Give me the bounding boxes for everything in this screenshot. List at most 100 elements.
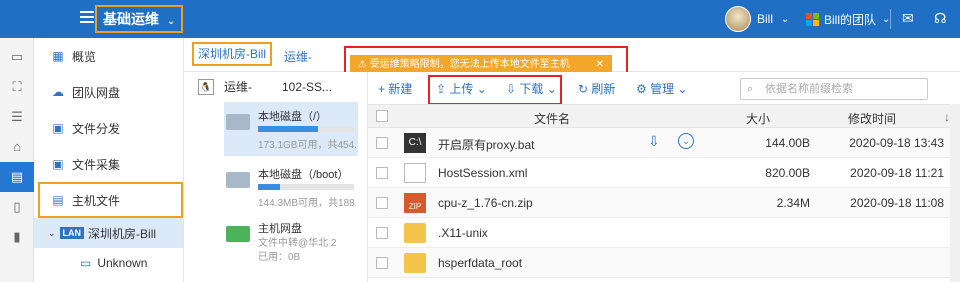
chevron-down-icon: ⌄ <box>167 16 176 27</box>
file-name: .X11-unix <box>438 226 488 240</box>
team-menu[interactable]: Bill的团队 ⌄ <box>806 11 890 28</box>
sidebar-item-file-collect[interactable]: ▣ 文件采集 <box>34 146 183 182</box>
disk-info: 文件中转@华北 2 <box>258 238 337 249</box>
sidebar-item-label: 团队网盘 <box>72 85 121 100</box>
host-header: 🐧 运维- 102-SS... <box>198 78 332 95</box>
disk-item[interactable]: 本地磁盘（/） 173.1GB可用，共454... <box>224 102 358 156</box>
row-checkbox[interactable] <box>376 257 388 269</box>
app-rail: ▭ ⛶ ☰ ⌂ ▤ ▯ ▮ <box>0 38 34 282</box>
monitor-icon[interactable]: ▭ <box>0 42 34 72</box>
download-icon[interactable]: ⇩ <box>648 133 660 150</box>
clipboard-check-icon[interactable]: ▮ <box>0 222 34 252</box>
sidebar-item-host-files[interactable]: ▤ 主机文件 <box>38 182 183 218</box>
sidebar-item-label: 主机文件 <box>72 193 121 208</box>
sidebar-item-label: 深圳机房-Bill <box>88 226 157 241</box>
file-size: 2.34M <box>776 196 810 210</box>
disk-name: 本地磁盘（/boot） <box>258 169 349 181</box>
disk-panel: 🐧 运维- 102-SS... 本地磁盘（/） 173.1GB可用，共454..… <box>184 72 368 282</box>
batch-file-icon: C:\ <box>404 133 426 153</box>
team-label: Bill的团队 <box>824 13 877 27</box>
zip-file-icon: ZIP <box>404 193 426 213</box>
alert-text: 受运维策略限制，您无法上传本地文件至主机 <box>369 59 570 70</box>
chevron-down-icon[interactable]: ⌄ <box>678 133 694 149</box>
table-header: 文件名 大小 修改时间 ↓ <box>368 104 960 128</box>
hard-disk-icon <box>226 172 250 188</box>
table-row[interactable]: .X11-unix <box>368 218 960 248</box>
disk-item[interactable]: 本地磁盘（/boot） 144.3MB可用，共188... <box>224 160 358 214</box>
hamburger-menu-icon[interactable] <box>80 11 94 23</box>
sidebar-item-file-distribute[interactable]: ▣ 文件分发 <box>34 110 183 146</box>
team-logo-icon <box>806 13 819 26</box>
database-icon[interactable]: ☰ <box>0 102 34 132</box>
sidebar-item-label: 文件采集 <box>72 157 121 172</box>
mail-icon[interactable]: ✉ <box>902 10 914 27</box>
search-placeholder: 依据名称前缀检索 <box>765 83 853 95</box>
file-time: 2020-09-18 11:21 <box>850 166 944 180</box>
disk-item[interactable]: 主机网盘 文件中转@华北 2 已用：0B <box>224 214 358 268</box>
column-time[interactable]: 修改时间 <box>848 110 896 127</box>
cloud-drive-icon[interactable]: ⌂ <box>0 132 34 162</box>
sidebar: ▦ 概览 ☁ 团队网盘 ▣ 文件分发 ▣ 文件采集 ▤ 主机文件 ⌄ LAN 深圳机房-Bil… <box>34 38 184 282</box>
file-size: 820.00B <box>765 166 810 180</box>
top-bar: 基础运维 ⌄ Bill ⌄ Bill的团队 ⌄ ✉ ☊ <box>0 0 960 38</box>
user-menu[interactable]: Bill ⌄ <box>725 6 789 32</box>
sidebar-item-overview[interactable]: ▦ 概览 <box>34 38 183 74</box>
linux-icon: 🐧 <box>198 78 214 95</box>
hard-disk-icon <box>226 114 250 130</box>
disk-info: 144.3MB可用，共188... <box>258 198 356 209</box>
scrollbar[interactable] <box>950 104 960 282</box>
overview-icon: ▦ <box>52 49 64 63</box>
new-button[interactable]: + 新建 <box>378 80 412 97</box>
row-checkbox[interactable] <box>376 197 388 209</box>
chevron-down-icon: ⌄ <box>48 227 56 238</box>
sidebar-item-unknown[interactable]: ▭ Unknown <box>34 248 183 278</box>
document-file-icon <box>404 163 426 183</box>
file-name: cpu-z_1.76-cn.zip <box>438 196 533 210</box>
file-manager-icon[interactable]: ▤ <box>0 162 34 192</box>
sitemap-icon[interactable]: ⛶ <box>0 72 34 102</box>
sidebar-item-label: Unknown <box>97 256 148 270</box>
refresh-button[interactable]: ↻ 刷新 <box>578 80 615 97</box>
lan-badge: LAN <box>59 227 85 239</box>
row-checkbox[interactable] <box>376 137 388 149</box>
table-row[interactable]: HostSession.xml 820.00B 2020-09-18 11:21 <box>368 158 960 188</box>
refresh-label: 刷新 <box>591 82 616 96</box>
sidebar-item-team-drive[interactable]: ☁ 团队网盘 <box>34 74 183 110</box>
file-name: HostSession.xml <box>438 166 528 180</box>
gear-icon: ⚙ <box>636 82 651 96</box>
row-checkbox[interactable] <box>376 227 388 239</box>
plus-icon: + <box>378 82 389 96</box>
table-row[interactable]: ZIP cpu-z_1.76-cn.zip 2.34M 2020-09-18 1… <box>368 188 960 218</box>
file-collect-icon: ▣ <box>52 157 64 171</box>
table-row[interactable]: hsperfdata_root <box>368 248 960 278</box>
column-name[interactable]: 文件名 <box>534 110 570 127</box>
warning-icon: ⚠ <box>358 59 370 70</box>
search-icon: ⌕ <box>747 83 754 95</box>
file-table: 文件名 大小 修改时间 ↓ C:\ 开启原有proxy.bat ⇩ ⌄ 144.… <box>368 104 960 278</box>
cloud-disk-icon <box>226 226 250 242</box>
manage-button[interactable]: ⚙ 管理 ⌄ <box>636 80 688 97</box>
select-all-checkbox[interactable] <box>376 110 388 122</box>
new-label: 新建 <box>388 82 413 96</box>
host-name-suffix: 102-SS... <box>282 79 333 94</box>
user-name: Bill <box>757 12 774 26</box>
table-row[interactable]: C:\ 开启原有proxy.bat ⇩ ⌄ 144.00B 2020-09-18… <box>368 128 960 158</box>
row-checkbox[interactable] <box>376 167 388 179</box>
divider <box>890 9 891 29</box>
breadcrumb-item-shenzhen-bill[interactable]: 深圳机房-Bill <box>192 42 272 66</box>
headset-icon[interactable]: ☊ <box>934 10 946 27</box>
column-size[interactable]: 大小 <box>746 110 770 127</box>
folder-icon <box>404 253 426 273</box>
avatar <box>725 6 751 32</box>
clipboard-icon[interactable]: ▯ <box>0 192 34 222</box>
search-input[interactable]: ⌕ 依据名称前缀检索 <box>740 78 928 100</box>
file-name: 开启原有proxy.bat <box>438 138 535 152</box>
product-switcher[interactable]: 基础运维 ⌄ <box>95 5 184 33</box>
disk-name: 本地磁盘（/） <box>258 111 328 123</box>
host-name: 运维- <box>224 80 252 94</box>
computer-icon: ▭ <box>80 256 92 270</box>
file-name: hsperfdata_root <box>438 256 523 270</box>
product-title: 基础运维 <box>103 11 159 27</box>
breadcrumb-item-host[interactable]: 运维- <box>284 48 312 65</box>
sidebar-item-shenzhen-bill[interactable]: ⌄ LAN 深圳机房-Bill <box>34 218 183 248</box>
